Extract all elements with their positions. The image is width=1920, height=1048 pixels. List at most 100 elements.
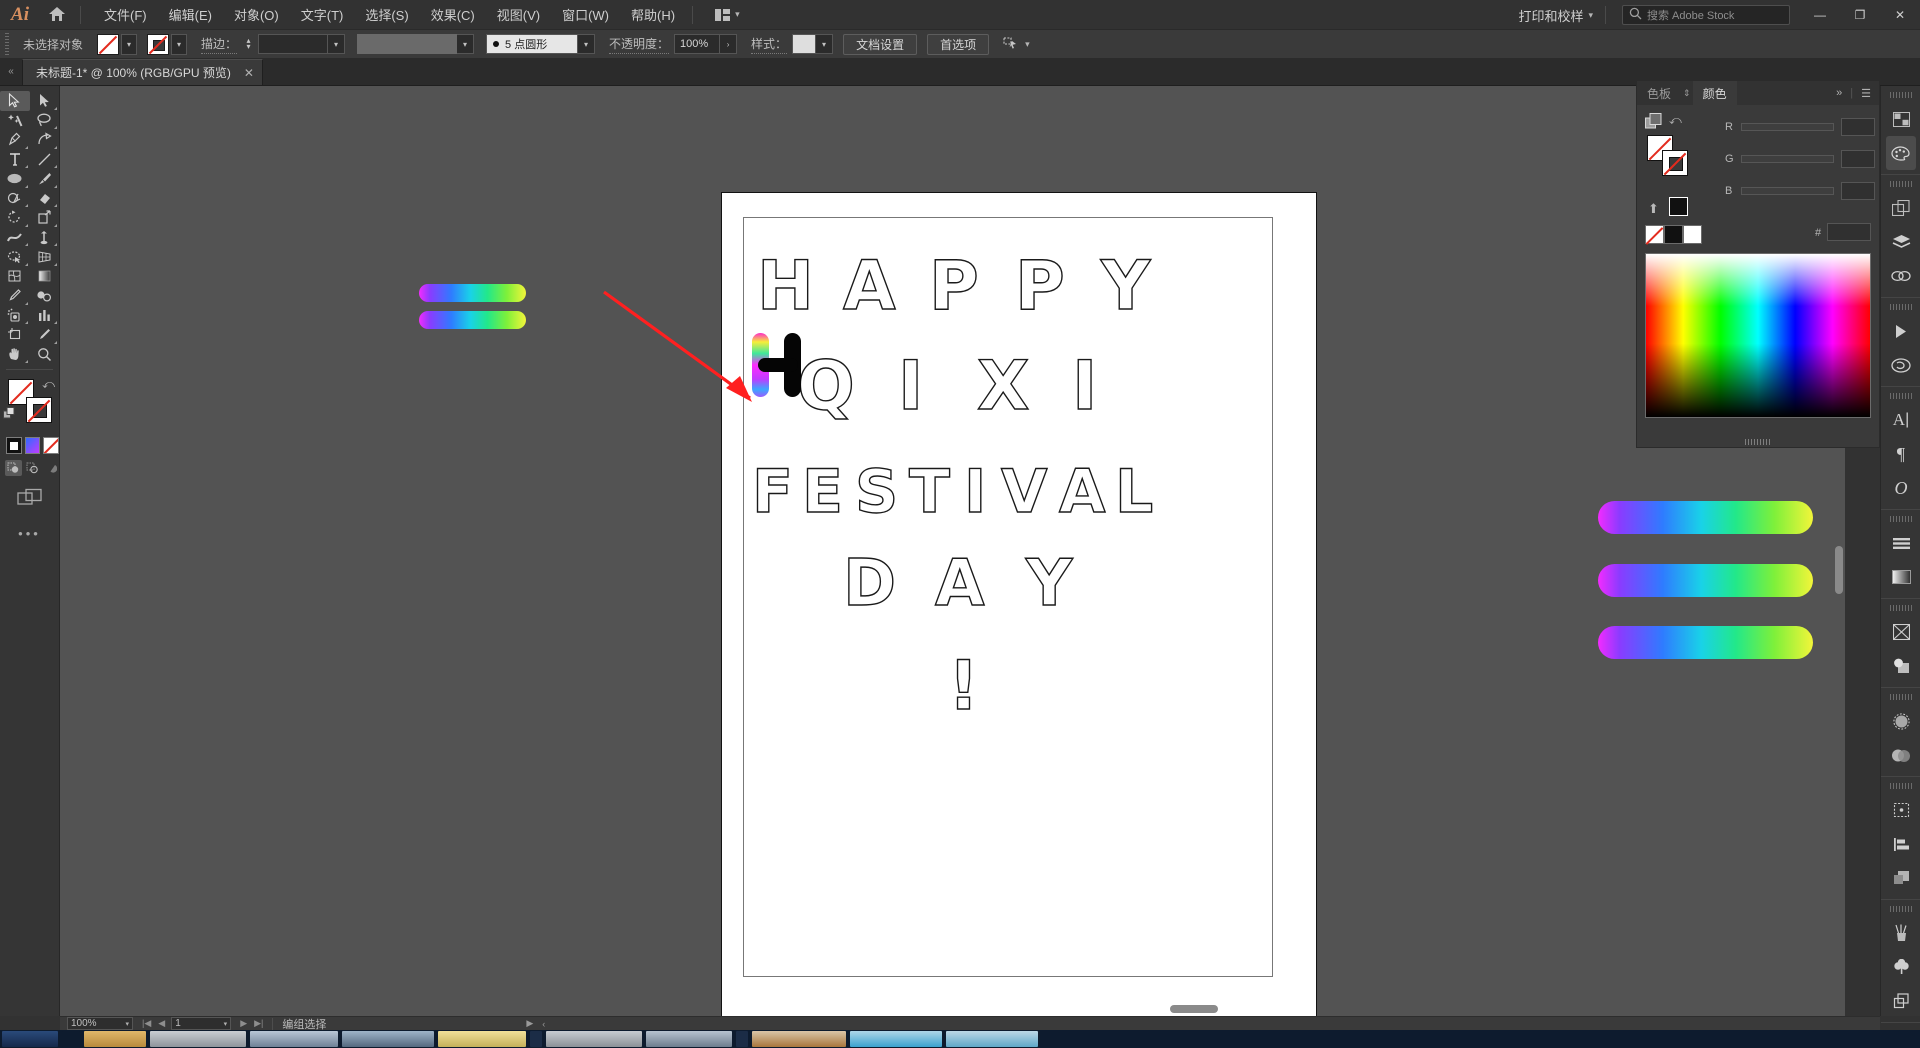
tab-swatches[interactable]: 色板 bbox=[1637, 81, 1681, 105]
free-transform-tool[interactable] bbox=[30, 228, 60, 248]
menu-type[interactable]: 文字(T) bbox=[290, 1, 355, 28]
direct-selection-tool[interactable] bbox=[30, 91, 60, 111]
graphic-style-swatch[interactable] bbox=[792, 34, 817, 54]
flat-color-button[interactable] bbox=[6, 437, 22, 454]
rail-grip[interactable] bbox=[1889, 181, 1912, 187]
opacity-control[interactable]: 100% › bbox=[674, 34, 738, 54]
close-icon[interactable]: ✕ bbox=[244, 66, 254, 80]
stroke-weight-input[interactable] bbox=[258, 34, 329, 54]
slice-tool[interactable] bbox=[30, 325, 60, 345]
opacity-input[interactable]: 100% bbox=[674, 34, 721, 54]
graphic-style-control[interactable]: ▾ bbox=[792, 34, 834, 54]
letter-X[interactable]: X bbox=[976, 346, 1030, 426]
edit-toolbar-button[interactable]: ••• bbox=[0, 526, 59, 541]
chevron-down-icon[interactable]: ▾ bbox=[121, 33, 138, 55]
swatch-white[interactable] bbox=[1683, 225, 1702, 244]
gradient-pill-large-2[interactable] bbox=[1598, 564, 1813, 597]
preferences-button[interactable]: 首选项 bbox=[927, 33, 990, 55]
taskbar-item-1[interactable] bbox=[2, 1031, 58, 1047]
stroke-swatch[interactable] bbox=[147, 33, 170, 55]
swatch-black[interactable] bbox=[1664, 225, 1683, 244]
channel-slider-g[interactable] bbox=[1741, 155, 1834, 163]
stroke-color-box[interactable] bbox=[26, 397, 52, 423]
letter-P2[interactable]: P bbox=[1014, 246, 1065, 326]
rail-grip[interactable] bbox=[1889, 92, 1912, 98]
hex-input[interactable] bbox=[1827, 223, 1871, 241]
tab-overflow-icon[interactable]: « bbox=[0, 58, 22, 85]
next-artboard-icon[interactable]: ▶ bbox=[240, 1018, 247, 1029]
taskbar-item-5[interactable] bbox=[342, 1031, 434, 1047]
channel-value-g[interactable] bbox=[1841, 150, 1875, 168]
rail-grip[interactable] bbox=[1889, 694, 1912, 700]
width-tool[interactable] bbox=[0, 228, 30, 248]
letter-I2[interactable]: I bbox=[1071, 346, 1098, 426]
pathfinder-panel-icon[interactable] bbox=[1881, 649, 1920, 683]
fill-color-control[interactable]: ▾ bbox=[97, 33, 138, 55]
graphic-styles-icon[interactable] bbox=[1881, 950, 1920, 984]
taskbar-item-6[interactable] bbox=[438, 1031, 526, 1047]
letter-I3[interactable]: I bbox=[963, 456, 987, 527]
gradient-pill-large-1[interactable] bbox=[1598, 501, 1813, 534]
rotate-tool[interactable] bbox=[0, 208, 30, 228]
taskbar-item-3[interactable] bbox=[150, 1031, 246, 1047]
letter-Q[interactable]: Q bbox=[796, 346, 855, 426]
color-spectrum[interactable] bbox=[1645, 253, 1871, 418]
home-icon[interactable] bbox=[40, 6, 74, 24]
chevron-down-icon[interactable]: ▾ bbox=[171, 33, 188, 55]
current-color-swatch[interactable] bbox=[1669, 197, 1688, 216]
letter-exclamation[interactable]: ! bbox=[947, 646, 979, 726]
letter-Y2[interactable]: Y bbox=[1025, 546, 1073, 621]
restore-button[interactable]: ❐ bbox=[1840, 0, 1880, 30]
libraries-panel-icon[interactable] bbox=[1881, 348, 1920, 382]
canvas-area[interactable]: H A P P Y Q I X I F E S T I V A L D A Y … bbox=[60, 86, 1845, 1016]
lasso-tool[interactable] bbox=[30, 111, 60, 131]
type-tool[interactable] bbox=[0, 150, 30, 170]
swatches-panel-icon[interactable] bbox=[1881, 102, 1920, 136]
symbols-panel-icon[interactable] bbox=[1881, 793, 1920, 827]
shaper-tool[interactable] bbox=[0, 189, 30, 209]
mesh-tool[interactable] bbox=[0, 267, 30, 287]
blend-tool[interactable] bbox=[30, 286, 60, 306]
taskbar-item-4[interactable] bbox=[250, 1031, 338, 1047]
shape-builder-tool[interactable] bbox=[0, 247, 30, 267]
zoom-level-control[interactable]: 100% ▾ bbox=[67, 1017, 133, 1030]
align-panel-icon[interactable] bbox=[1881, 526, 1920, 560]
brushes-panel-icon[interactable] bbox=[1881, 916, 1920, 950]
layers-panel-icon[interactable] bbox=[1881, 225, 1920, 259]
scale-tool[interactable] bbox=[30, 208, 60, 228]
letter-S[interactable]: S bbox=[854, 456, 899, 527]
column-graph-tool[interactable] bbox=[30, 306, 60, 326]
artboard-tool[interactable] bbox=[0, 325, 30, 345]
eyedropper-tool[interactable] bbox=[0, 286, 30, 306]
hand-tool[interactable] bbox=[0, 345, 30, 365]
rail-grip[interactable] bbox=[1889, 516, 1912, 522]
line-segment-tool[interactable] bbox=[30, 150, 60, 170]
gradient-pill-small-2[interactable] bbox=[419, 311, 526, 329]
artboard-number-control[interactable]: 1 ▾ bbox=[171, 1017, 232, 1030]
taskbar-item-7[interactable] bbox=[546, 1031, 642, 1047]
appearance-panel-icon[interactable] bbox=[1881, 738, 1920, 772]
letter-Y[interactable]: Y bbox=[1100, 246, 1151, 326]
vertical-scrollbar[interactable] bbox=[1835, 546, 1843, 594]
character-panel-icon[interactable]: A | bbox=[1881, 403, 1920, 437]
letter-A3[interactable]: A bbox=[934, 546, 985, 621]
letter-P1[interactable]: P bbox=[928, 246, 979, 326]
rail-grip[interactable] bbox=[1889, 393, 1912, 399]
control-bar-grip[interactable] bbox=[3, 33, 13, 55]
artboards-panel-icon[interactable] bbox=[1881, 191, 1920, 225]
channel-slider-r[interactable] bbox=[1741, 123, 1834, 131]
menu-view[interactable]: 视图(V) bbox=[486, 1, 551, 28]
menu-window[interactable]: 窗口(W) bbox=[551, 1, 620, 28]
pen-tool[interactable] bbox=[0, 130, 30, 150]
curvature-tool[interactable] bbox=[30, 130, 60, 150]
bring-color-icon[interactable]: ⬆ bbox=[1648, 201, 1659, 217]
taskbar-item-9[interactable] bbox=[752, 1031, 846, 1047]
eraser-tool[interactable] bbox=[30, 189, 60, 209]
transform-panel-icon[interactable] bbox=[1881, 861, 1920, 895]
zoom-tool[interactable] bbox=[30, 345, 60, 365]
letter-A[interactable]: A bbox=[842, 246, 896, 326]
letter-I1[interactable]: I bbox=[897, 346, 924, 426]
paragraph-panel-icon[interactable]: ¶ bbox=[1881, 437, 1920, 471]
fill-swatch[interactable] bbox=[97, 33, 120, 55]
prev-artboard-icon[interactable]: ◀ bbox=[158, 1018, 165, 1029]
